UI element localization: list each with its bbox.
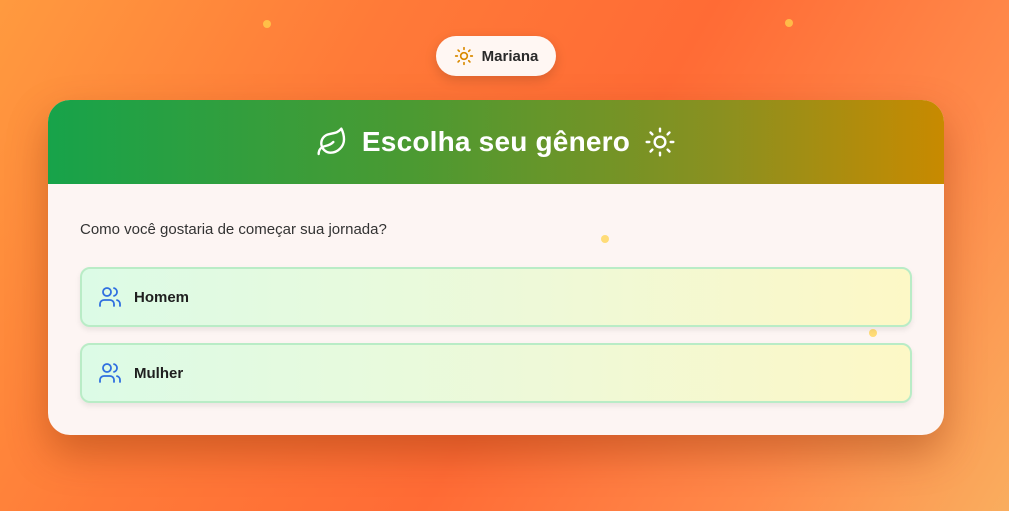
sun-icon xyxy=(644,126,676,158)
option-label: Mulher xyxy=(134,364,184,382)
card-header: Escolha seu gênero xyxy=(48,100,944,184)
option-homem[interactable]: Homem xyxy=(80,267,912,327)
gender-selection-card: Escolha seu gênero Como você gostaria de… xyxy=(48,100,944,435)
decorative-dot xyxy=(601,235,609,243)
sun-icon xyxy=(454,46,474,66)
option-label: Homem xyxy=(134,288,190,306)
leaf-icon xyxy=(316,126,348,158)
users-icon xyxy=(98,285,122,309)
decorative-dot xyxy=(869,329,877,337)
users-icon xyxy=(98,361,122,385)
card-title: Escolha seu gênero xyxy=(361,126,631,157)
user-name: Mariana xyxy=(481,47,539,65)
option-mulher[interactable]: Mulher xyxy=(80,343,912,403)
decorative-dot xyxy=(263,20,271,28)
decorative-dot xyxy=(785,19,793,27)
user-profile-pill[interactable]: Mariana xyxy=(436,36,556,76)
card-prompt: Como você gostaria de começar sua jornad… xyxy=(80,221,387,238)
